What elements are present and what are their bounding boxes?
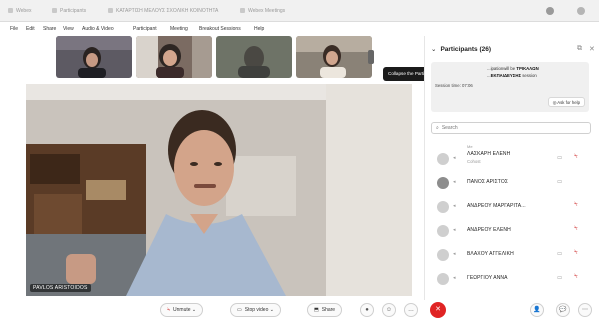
avatar xyxy=(437,225,449,237)
participant-name: ΛΑΣΚΑΡΗ ΕΛΕΝΗ xyxy=(467,151,511,157)
more-panels-icon[interactable]: ⋯ xyxy=(578,303,592,317)
menu-participant[interactable]: Participant xyxy=(133,26,157,32)
chevron-down-icon: ⌄ xyxy=(268,307,274,313)
video-thumbnail[interactable] xyxy=(296,36,372,78)
video-thumbnail[interactable] xyxy=(56,36,132,78)
video-thumbnail[interactable] xyxy=(216,36,292,78)
record-icon[interactable]: ● xyxy=(360,303,374,317)
share-icon: ⬒ xyxy=(314,307,319,313)
leave-meeting-button[interactable]: ✕ xyxy=(430,302,446,318)
menu-breakout-sessions[interactable]: Breakout Sessions xyxy=(199,26,241,32)
participant-row[interactable]: ◂ ΑΝΔΡΕΟΥ ΕΛΕΝΗ ⍀ xyxy=(425,220,599,242)
participant-row[interactable]: ◂ ΒΛΑΧΟΥ ΑΓΓΕΛΙΚΗ ▭ ⍀ xyxy=(425,244,599,266)
notice-line-1: ...ipationwill be ΤΡΙΚΑΛΩΝ xyxy=(487,66,539,71)
speaker-name-tag: PAVLOS ARISTOIDOS xyxy=(30,284,91,292)
menu-file[interactable]: File xyxy=(10,26,18,32)
participant-name: ΑΝΔΡΕΟΥ ΕΛΕΝΗ xyxy=(467,227,511,233)
participant-row[interactable]: ◂ ΛΑΣΚΑΡΗ ΕΛΕΝΗ Cohost ▭ ⍀ xyxy=(425,148,599,170)
camera-icon[interactable]: ▭ xyxy=(557,251,562,257)
stop-video-button[interactable]: ▭ Stop video ⌄ xyxy=(230,303,281,317)
participant-video-image xyxy=(56,36,132,78)
menu-edit[interactable]: Edit xyxy=(26,26,35,32)
session-notice: ...ipationwill be ΤΡΙΚΑΛΩΝ ...ΕΚΠΑΙΔΕΥΣΗ… xyxy=(431,62,589,112)
browser-tab[interactable]: Webex xyxy=(8,8,48,18)
avatar xyxy=(437,153,449,165)
participant-row[interactable]: ◂ ΑΝΔΡΕΟΥ ΜΑΡΓΑΡΙΤΑ... ⍀ xyxy=(425,196,599,218)
video-thumbnail-strip xyxy=(56,36,376,80)
notice-line-2: ...ΕΚΠΑΙΔΕΥΣΗΣ session xyxy=(487,73,537,78)
share-button[interactable]: ⬒ Share xyxy=(307,303,343,317)
participant-video-image xyxy=(296,36,372,78)
participants-panel-toggle-icon[interactable]: 👤 xyxy=(530,303,544,317)
menu-view[interactable]: View xyxy=(63,26,74,32)
camera-icon[interactable]: ▭ xyxy=(557,155,562,161)
tab-favicon-icon xyxy=(240,8,245,14)
audio-indicator-icon: ◂ xyxy=(453,179,456,185)
camera-icon: ▭ xyxy=(237,307,242,313)
avatar xyxy=(437,273,449,285)
video-thumbnail[interactable] xyxy=(136,36,212,78)
mic-muted-icon[interactable]: ⍀ xyxy=(574,250,578,257)
browser-tab[interactable]: Webex Meetings xyxy=(240,8,300,18)
more-options-icon[interactable]: … xyxy=(404,303,418,317)
participant-role: Cohost xyxy=(467,159,481,164)
audio-indicator-icon: ◂ xyxy=(453,251,456,257)
audio-indicator-icon: ◂ xyxy=(453,275,456,281)
chevron-down-icon: ⌄ xyxy=(190,307,197,313)
window-settings-icon[interactable] xyxy=(546,7,554,15)
avatar xyxy=(437,201,449,213)
participant-name: ΠΑΝΟΣ ΑΡΙΣΤΟΣ xyxy=(467,179,509,185)
browser-tab[interactable]: Participants xyxy=(52,8,102,18)
mic-muted-icon: ⍀ xyxy=(167,307,171,313)
panel-title: Participants (26) xyxy=(440,46,492,53)
browser-tab[interactable]: ΚΑΤΑΡΤΙΣΗ ΜΕΛΟΥΣ ΣΧΟΛΙΚΗ ΚΟΙΝΟΤΗΤΑ xyxy=(108,8,233,18)
chevron-down-icon: ⌄ xyxy=(431,46,437,53)
avatar xyxy=(437,177,449,189)
reactions-icon[interactable]: ☺ xyxy=(382,303,396,317)
menu-share[interactable]: Share xyxy=(43,26,56,32)
active-speaker-video[interactable]: PAVLOS ARISTOIDOS xyxy=(26,84,412,296)
unmute-button[interactable]: ⍀ Unmute ⌄ xyxy=(160,303,204,317)
close-icon[interactable]: ✕ xyxy=(589,45,595,53)
popout-icon[interactable]: ⧉ xyxy=(577,45,582,53)
participants-panel-header[interactable]: ⌄ Participants (26) xyxy=(431,45,491,53)
audio-indicator-icon: ◂ xyxy=(453,227,456,233)
chat-icon[interactable]: 💬 xyxy=(556,303,570,317)
menu-bar: File Edit Share View Audio & Video Parti… xyxy=(0,22,420,36)
ask-for-help-button[interactable]: ◎ Ask for help xyxy=(547,97,585,107)
participant-row[interactable]: ◂ ΓΕΩΡΓΙΟΥ ΑΝΝΑ ▭ ⍀ xyxy=(425,268,599,290)
tab-favicon-icon xyxy=(8,8,13,14)
audio-indicator-icon: ◂ xyxy=(453,155,456,161)
window-close-icon[interactable] xyxy=(577,7,585,15)
mic-muted-icon[interactable]: ⍀ xyxy=(574,154,578,161)
tab-favicon-icon xyxy=(52,8,57,14)
participant-name: ΒΛΑΧΟΥ ΑΓΓΕΛΙΚΗ xyxy=(467,251,514,257)
camera-icon[interactable]: ▭ xyxy=(557,179,562,185)
mic-muted-icon[interactable]: ⍀ xyxy=(574,274,578,281)
meeting-controls-bar: ⍀ Unmute ⌄ ▭ Stop video ⌄ ⬒ Share ● ☺ … ✕ 👤… xyxy=(0,300,599,320)
participant-row[interactable]: ◂ ΠΑΝΟΣ ΑΡΙΣΤΟΣ ▭ xyxy=(425,172,599,194)
camera-icon[interactable]: ▭ xyxy=(557,275,562,281)
thumbnail-scroll-arrow[interactable] xyxy=(368,50,374,64)
menu-audio-video[interactable]: Audio & Video xyxy=(82,26,114,32)
mic-muted-icon[interactable]: ⍀ xyxy=(574,202,578,209)
menu-meeting[interactable]: Meeting xyxy=(170,26,188,32)
tab-favicon-icon xyxy=(108,8,113,14)
mic-muted-icon[interactable]: ⍀ xyxy=(574,226,578,233)
participant-name: ΑΝΔΡΕΟΥ ΜΑΡΓΑΡΙΤΑ... xyxy=(467,203,526,209)
speaker-video-image xyxy=(26,84,412,296)
audio-indicator-icon: ◂ xyxy=(453,203,456,209)
participant-name: ΓΕΩΡΓΙΟΥ ΑΝΝΑ xyxy=(467,275,508,281)
participant-search-input[interactable]: ⌕ Search xyxy=(431,122,591,134)
session-time: Session time: 07:06 xyxy=(435,83,473,88)
browser-tab-bar: Webex Participants ΚΑΤΑΡΤΙΣΗ ΜΕΛΟΥΣ ΣΧΟΛ… xyxy=(0,0,599,22)
participant-video-image xyxy=(136,36,212,78)
participant-video-image xyxy=(216,36,292,78)
menu-help[interactable]: Help xyxy=(254,26,264,32)
search-icon: ⌕ xyxy=(436,125,439,131)
avatar xyxy=(437,249,449,261)
participants-panel: ⌄ Participants (26) ⧉ ✕ ...ipationwill be… xyxy=(424,36,599,300)
